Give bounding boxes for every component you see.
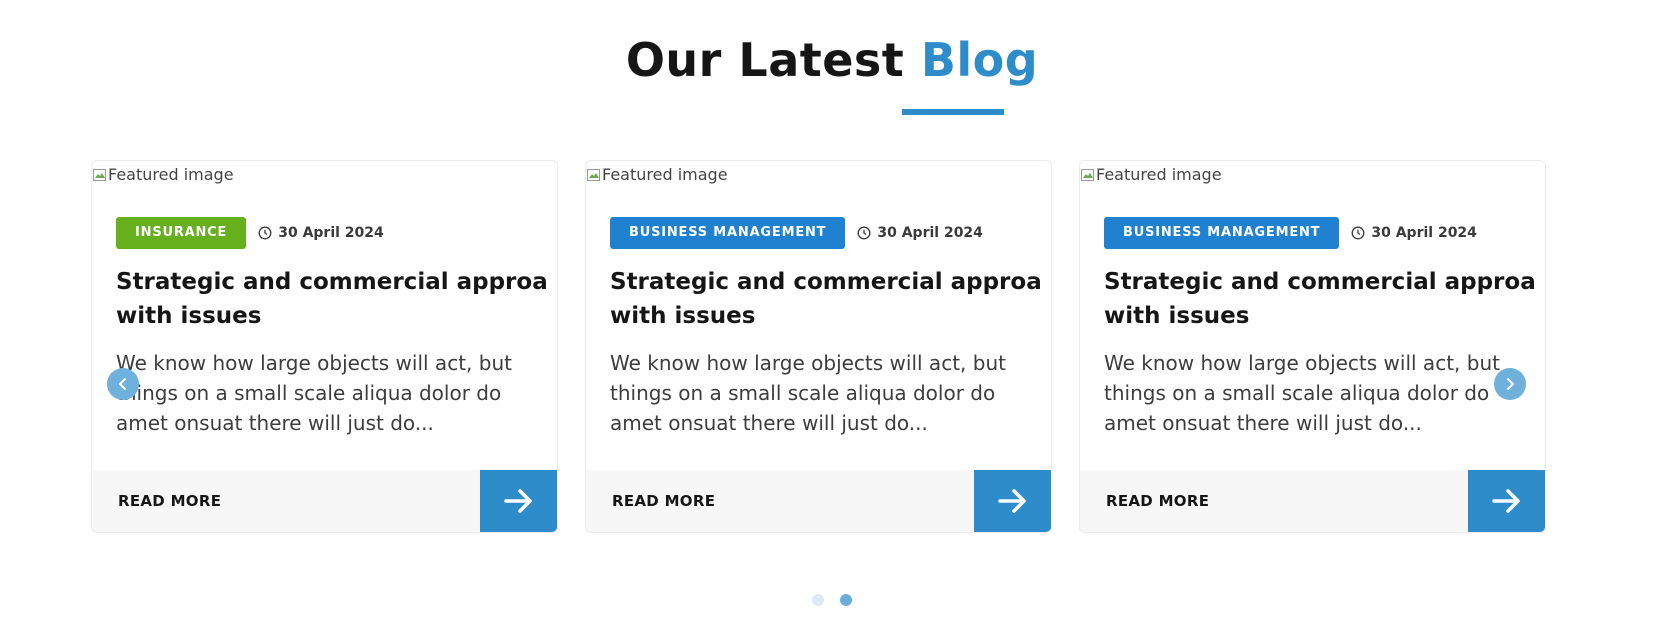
post-excerpt: We know how large objects will act, but … — [610, 351, 1006, 435]
broken-image-icon — [587, 168, 600, 181]
post-excerpt: We know how large objects will act, but … — [1104, 351, 1500, 435]
image-alt-text: Featured image — [602, 165, 728, 184]
clock-icon — [1351, 226, 1365, 240]
read-more-arrow-button[interactable] — [480, 470, 557, 532]
read-more-link[interactable]: READ MORE — [1106, 470, 1209, 532]
post-title[interactable]: Strategic and commercial approac with is… — [116, 265, 546, 333]
post-title[interactable]: Strategic and commercial approac with is… — [610, 265, 1040, 333]
post-date: 30 April 2024 — [258, 225, 384, 241]
carousel-prev-button[interactable] — [107, 368, 139, 400]
post-date: 30 April 2024 — [1351, 225, 1477, 241]
section-title-accent: Blog — [920, 33, 1039, 87]
card-footer: READ MORE — [586, 470, 1051, 532]
featured-image[interactable]: Featured image — [586, 165, 728, 184]
card-footer: READ MORE — [1080, 470, 1545, 532]
date-text: 30 April 2024 — [877, 225, 983, 241]
blog-card: Featured image INSURANCE 30 April 2024 S… — [91, 160, 558, 533]
category-badge[interactable]: BUSINESS MANAGEMENT — [610, 217, 846, 249]
arrow-right-icon — [503, 489, 532, 513]
blog-card: Featured image BUSINESS MANAGEMENT 30 Ap… — [1079, 160, 1546, 533]
category-badge[interactable]: BUSINESS MANAGEMENT — [1104, 217, 1340, 249]
image-alt-text: Featured image — [1096, 165, 1222, 184]
title-underline — [902, 109, 1004, 115]
pagination-dot[interactable] — [812, 594, 824, 606]
blog-card: Featured image BUSINESS MANAGEMENT 30 Ap… — [585, 160, 1052, 533]
featured-image[interactable]: Featured image — [92, 165, 234, 184]
date-text: 30 April 2024 — [1371, 225, 1477, 241]
arrow-right-icon — [1491, 489, 1520, 513]
carousel-next-button[interactable] — [1494, 368, 1526, 400]
post-date: 30 April 2024 — [857, 225, 983, 241]
clock-icon — [857, 226, 871, 240]
card-footer: READ MORE — [92, 470, 557, 532]
read-more-arrow-button[interactable] — [1468, 470, 1545, 532]
arrow-right-icon — [997, 489, 1026, 513]
category-badge[interactable]: INSURANCE — [116, 217, 247, 249]
clock-icon — [258, 226, 272, 240]
date-text: 30 April 2024 — [278, 225, 384, 241]
section-title: Our Latest Blog — [0, 30, 1664, 90]
post-excerpt: We know how large objects will act, but … — [116, 351, 512, 435]
post-title-line1: Strategic and commercial approac — [610, 269, 1040, 295]
post-title-line2: with issues — [116, 303, 262, 329]
image-alt-text: Featured image — [108, 165, 234, 184]
post-title[interactable]: Strategic and commercial approac with is… — [1104, 265, 1534, 333]
read-more-arrow-button[interactable] — [974, 470, 1051, 532]
read-more-link[interactable]: READ MORE — [118, 470, 221, 532]
post-title-line2: with issues — [1104, 303, 1250, 329]
post-title-line1: Strategic and commercial approac — [116, 269, 546, 295]
pagination-dot-active[interactable] — [840, 594, 852, 606]
post-title-line2: with issues — [610, 303, 756, 329]
read-more-link[interactable]: READ MORE — [612, 470, 715, 532]
post-title-line1: Strategic and commercial approac — [1104, 269, 1534, 295]
featured-image[interactable]: Featured image — [1080, 165, 1222, 184]
carousel-pagination — [0, 594, 1664, 606]
broken-image-icon — [1081, 168, 1094, 181]
chevron-right-icon — [1507, 378, 1514, 390]
broken-image-icon — [93, 168, 106, 181]
section-title-prefix: Our Latest — [625, 33, 905, 87]
chevron-left-icon — [119, 378, 126, 390]
